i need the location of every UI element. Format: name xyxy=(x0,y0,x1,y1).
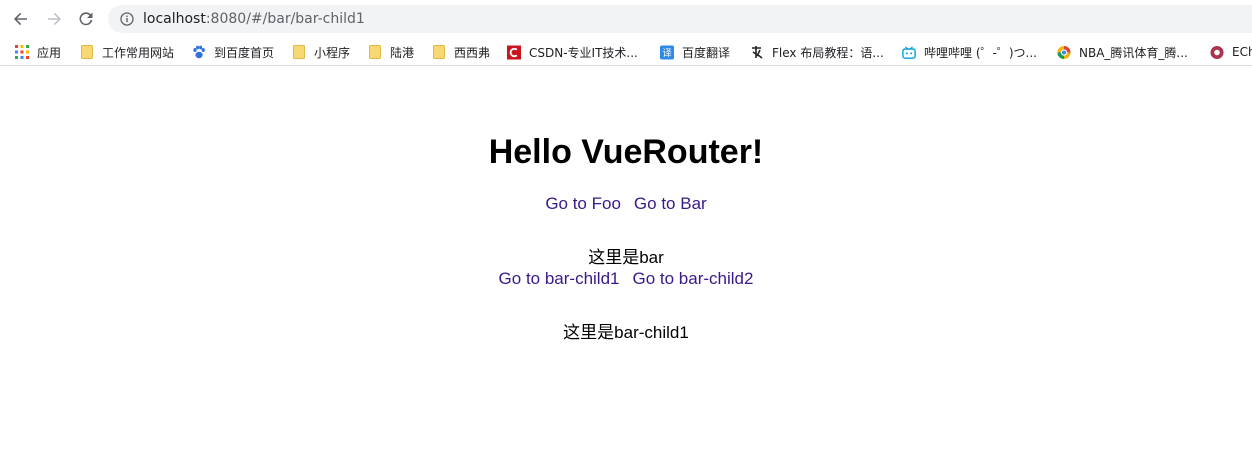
svg-text:译: 译 xyxy=(662,48,672,59)
folder-icon xyxy=(368,45,382,59)
url-host: localhost xyxy=(143,11,206,27)
bookmark-csdn[interactable]: CSDN-专业IT技术... xyxy=(507,38,638,65)
bookmark-folder-work[interactable]: 工作常用网站 xyxy=(80,38,175,65)
bookmark-baidu-home[interactable]: 到百度首页 xyxy=(192,38,275,65)
bookmark-apps[interactable]: 应用 xyxy=(15,38,62,65)
page-content: Hello VueRouter! Go to Foo Go to Bar 这里是b… xyxy=(0,67,1252,451)
bookmark-flex-tutorial[interactable]: Flex 布局教程：语... xyxy=(750,38,884,65)
bookmark-folder-lugang[interactable]: 陆港 xyxy=(368,38,415,65)
back-arrow-icon xyxy=(14,12,27,26)
bookmark-folder-xixifu[interactable]: 西西弗 xyxy=(432,38,491,65)
info-icon[interactable] xyxy=(120,12,134,26)
bookmark-bilibili[interactable]: 哔哩哔哩 (゜-゜)つ... xyxy=(902,38,1037,65)
url-text[interactable]: localhost:8080/#/bar/bar-child1 xyxy=(143,5,365,33)
reload-icon xyxy=(79,12,93,26)
bookmark-label: 哔哩哔哩 (゜-゜)つ... xyxy=(924,45,1037,60)
folder-icon xyxy=(80,45,94,59)
page-title: Hello VueRouter! xyxy=(488,133,764,171)
bookmark-label: ECh xyxy=(1232,45,1252,59)
reload-button[interactable] xyxy=(73,6,99,32)
bookmark-label: 到百度首页 xyxy=(214,45,275,60)
bookmark-label: 应用 xyxy=(37,45,62,60)
ruanyifeng-icon xyxy=(750,45,764,59)
bookmark-label: 百度翻译 xyxy=(682,45,731,60)
bookmark-label: 小程序 xyxy=(314,45,351,60)
baidu-translate-icon: 译 xyxy=(660,45,674,59)
csdn-icon xyxy=(507,45,521,59)
back-button[interactable] xyxy=(8,6,34,32)
child-nav-links: Go to bar-child1 Go to bar-child2 xyxy=(0,268,1252,290)
echarts-icon xyxy=(1210,45,1224,59)
bookmark-folder-miniapp[interactable]: 小程序 xyxy=(292,38,351,65)
forward-arrow-icon xyxy=(48,12,61,26)
browser-toolbar: localhost:8080/#/bar/bar-child1 xyxy=(0,0,1252,38)
bookmark-label: CSDN-专业IT技术... xyxy=(529,45,638,60)
bilibili-icon xyxy=(902,45,916,59)
bookmark-label: Flex 布局教程：语... xyxy=(772,45,884,60)
bookmarks-bar: 应用 工作常用网站 到百度首页 小程序 陆港 西西弗 CSDN-专业IT技术..… xyxy=(0,38,1252,66)
bookmark-label: 西西弗 xyxy=(454,45,491,60)
go-to-bar-child1-link[interactable]: Go to bar-child1 xyxy=(499,269,620,288)
baidu-paw-icon xyxy=(192,45,206,59)
bookmark-label: 工作常用网站 xyxy=(102,45,175,60)
main-nav-links: Go to Foo Go to Bar xyxy=(0,193,1252,215)
forward-button[interactable] xyxy=(41,6,67,32)
folder-icon xyxy=(432,45,446,59)
bookmark-echarts[interactable]: ECh xyxy=(1210,38,1252,65)
bookmark-baidu-translate[interactable]: 译 百度翻译 xyxy=(660,38,731,65)
bar-child1-view-text: 这里是bar-child1 xyxy=(563,323,689,342)
bookmark-label: 陆港 xyxy=(390,45,415,60)
tencent-sports-icon xyxy=(1057,45,1071,59)
address-bar[interactable]: localhost:8080/#/bar/bar-child1 xyxy=(108,5,1252,33)
go-to-foo-link[interactable]: Go to Foo xyxy=(545,194,621,213)
apps-grid-icon xyxy=(15,45,29,59)
go-to-bar-child2-link[interactable]: Go to bar-child2 xyxy=(633,269,754,288)
folder-icon xyxy=(292,45,306,59)
bookmark-nba-tencent[interactable]: NBA_腾讯体育_腾... xyxy=(1057,38,1188,65)
go-to-bar-link[interactable]: Go to Bar xyxy=(634,194,707,213)
bar-view-text: 这里是bar xyxy=(588,248,664,267)
bookmark-label: NBA_腾讯体育_腾... xyxy=(1079,45,1188,60)
url-path: :8080/#/bar/bar-child1 xyxy=(205,11,365,27)
